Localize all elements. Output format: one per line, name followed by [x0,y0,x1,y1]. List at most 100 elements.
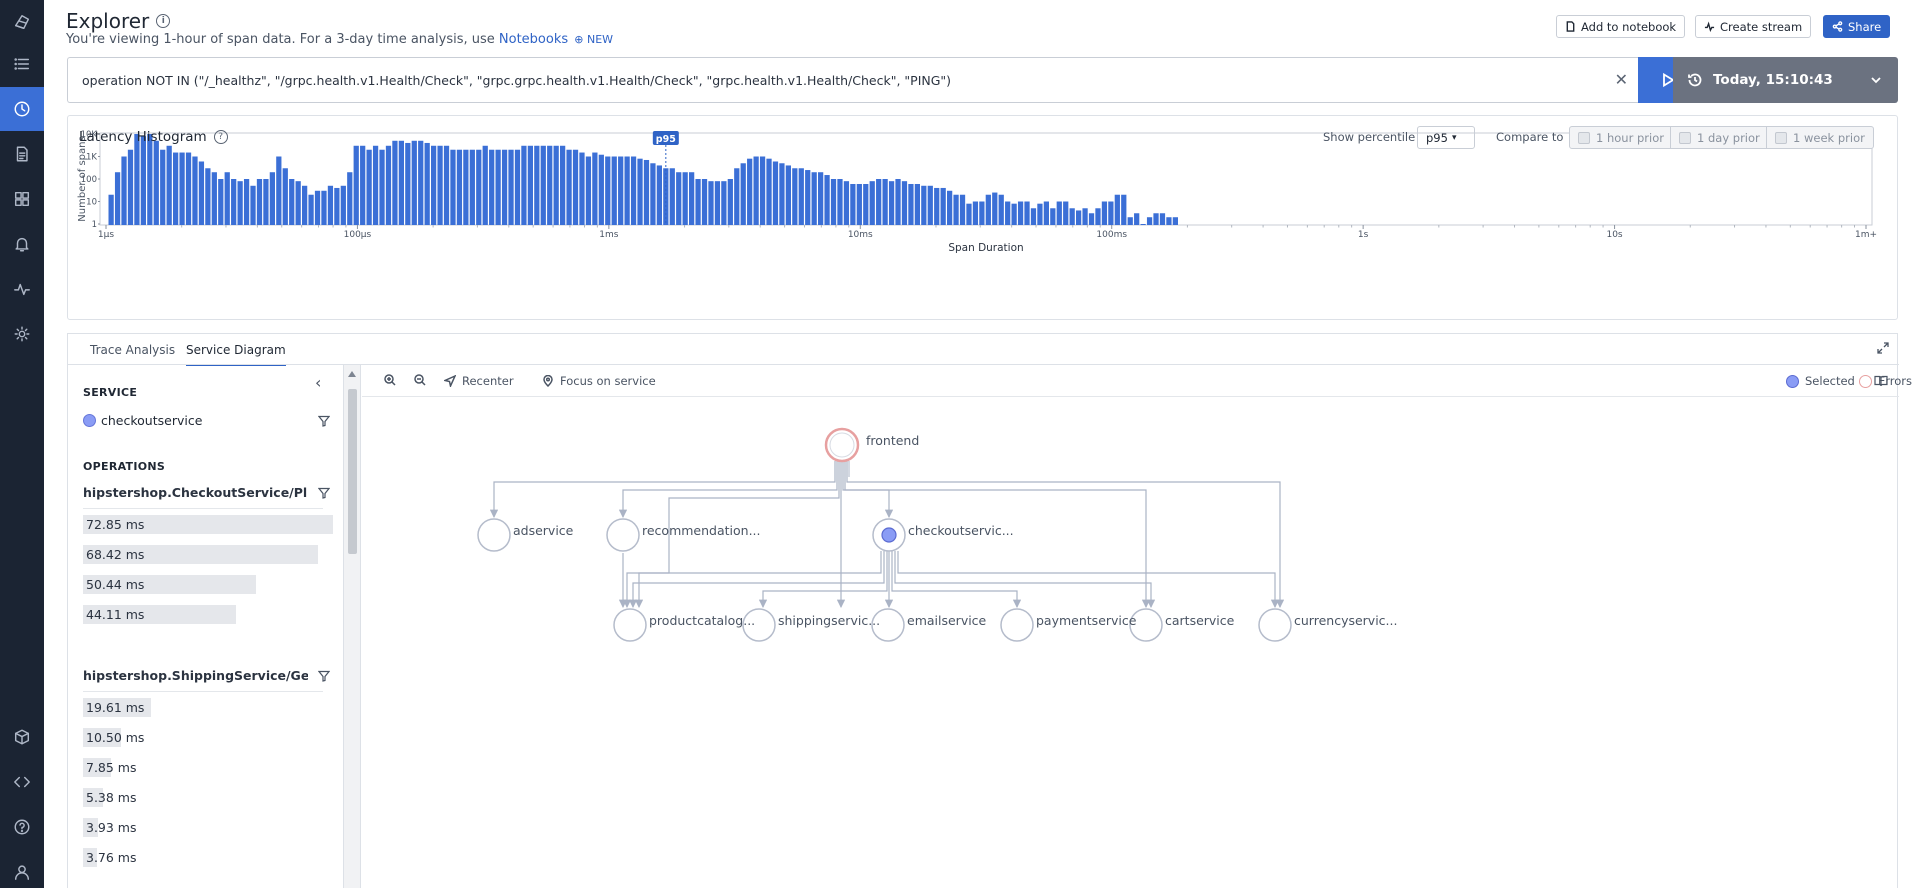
histogram-bar[interactable] [708,181,714,225]
histogram-bar[interactable] [501,149,508,225]
histogram-bar[interactable] [398,140,404,225]
histogram-bar[interactable] [1134,213,1140,225]
latency-row[interactable]: 68.42 ms [83,545,333,564]
add-to-notebook-button[interactable]: Add to notebook [1556,15,1686,38]
histogram-bar[interactable] [914,183,920,225]
histogram-bar[interactable] [108,194,114,225]
histogram-bar[interactable] [1063,201,1069,226]
node-label-paymentservice[interactable]: paymentservice [1036,613,1136,628]
operation-name[interactable]: hipstershop.CheckoutService/Pl... [83,485,308,500]
latency-row[interactable]: 44.11 ms [83,605,333,624]
histogram-bar[interactable] [1056,201,1062,226]
histogram-bar[interactable] [1153,213,1159,225]
latency-row[interactable]: 3.76 ms [83,848,333,867]
histogram-bar[interactable] [379,149,385,225]
expand-icon[interactable] [1877,342,1889,354]
histogram-bar[interactable] [302,185,308,225]
histogram-bar[interactable] [927,185,933,225]
node-label-checkoutservice[interactable]: checkoutservic... [908,523,1014,538]
streams-pulse-icon[interactable] [0,267,44,311]
histogram-bar[interactable] [753,156,759,226]
code-icon[interactable] [0,760,44,804]
percentile-select[interactable]: p95 ▾ [1417,126,1475,149]
histogram-bar[interactable] [450,149,456,225]
scrollbar-thumb[interactable] [348,389,357,554]
histogram-bar[interactable] [1140,224,1146,225]
histogram-bar[interactable] [1172,217,1178,225]
histogram-bar[interactable] [276,156,282,226]
share-button[interactable]: Share [1823,15,1891,38]
histogram-bar[interactable] [856,183,862,225]
compare-1-week-button[interactable]: 1 week prior [1766,126,1874,149]
histogram-bar[interactable] [650,163,656,225]
histogram-bar[interactable] [295,181,301,225]
node-label-frontend[interactable]: frontend [866,433,919,448]
focus-on-service-button[interactable]: Focus on service [542,374,656,388]
histogram-bar[interactable] [676,172,682,225]
histogram-bar[interactable] [521,145,527,225]
create-stream-button[interactable]: Create stream [1695,15,1812,38]
histogram-bar[interactable] [1159,213,1166,225]
filter-icon[interactable] [318,670,330,682]
histogram-bar[interactable] [598,154,604,225]
package-icon[interactable] [0,715,44,759]
histogram-bar[interactable] [553,145,559,225]
operation-name[interactable]: hipstershop.ShippingService/Ge... [83,668,308,683]
histogram-bar[interactable] [630,156,637,226]
histogram-bar[interactable] [547,145,553,225]
list-icon[interactable] [0,42,44,86]
histogram-bar[interactable] [972,201,979,226]
histogram-bar[interactable] [327,185,334,225]
histogram-bar[interactable] [534,145,540,225]
histogram-bar[interactable] [482,145,488,225]
histogram-bar[interactable] [818,172,824,225]
histogram-bar[interactable] [418,140,424,225]
histogram-bar[interactable] [514,149,521,225]
histogram-bar[interactable] [624,156,630,226]
histogram-bar[interactable] [334,187,340,225]
histogram-bar[interactable] [263,179,269,225]
histogram-bar[interactable] [205,168,211,225]
histogram-bar[interactable] [721,181,727,225]
histogram-bar[interactable] [360,145,366,225]
histogram-bar[interactable] [405,142,411,225]
histogram-bar[interactable] [908,183,914,225]
recenter-button[interactable]: Recenter [444,374,514,388]
histogram-bar[interactable] [1166,217,1172,225]
histogram-bar[interactable] [147,134,153,225]
latency-row[interactable]: 50.44 ms [83,575,333,594]
histogram-bar[interactable] [747,158,753,225]
histogram-bar[interactable] [811,172,817,225]
latency-row[interactable]: 7.85 ms [83,758,333,777]
histogram-bar[interactable] [443,145,450,225]
histogram-bar[interactable] [463,149,469,225]
histogram-bar[interactable] [1011,203,1017,225]
histogram-bar[interactable] [437,145,443,225]
histogram-bar[interactable] [798,168,804,225]
histogram-bar[interactable] [888,181,895,225]
clear-query-icon[interactable]: ✕ [1615,70,1628,89]
histogram-bar[interactable] [340,185,346,225]
node-productcatalog[interactable] [613,608,647,642]
dashboards-icon[interactable] [0,177,44,221]
histogram-bar[interactable] [250,185,256,225]
histogram-bar[interactable] [366,149,372,225]
histogram-bar[interactable] [1050,208,1056,225]
filter-icon[interactable] [318,487,330,499]
histogram-bar[interactable] [224,172,230,225]
histogram-bar[interactable] [1088,213,1095,225]
histogram-bar[interactable] [1043,201,1049,226]
node-adservice[interactable] [477,518,511,552]
histogram-bar[interactable] [1114,194,1120,225]
histogram-bar[interactable] [192,156,198,226]
histogram-bar[interactable] [701,179,708,225]
settings-gear-icon[interactable] [0,312,44,356]
histogram-bar[interactable] [966,203,972,225]
node-label-emailservice[interactable]: emailservice [907,613,986,628]
histogram-bar[interactable] [185,152,192,225]
histogram-bar[interactable] [560,145,566,225]
histogram-bar[interactable] [947,190,953,225]
histogram-bar[interactable] [940,187,946,225]
histogram-bar[interactable] [308,194,314,225]
side-panel-scrollbar[interactable] [344,365,361,888]
